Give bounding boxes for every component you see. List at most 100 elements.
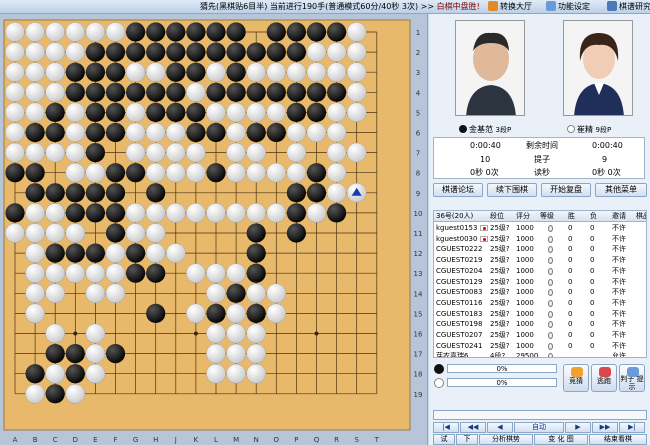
black-stone	[286, 42, 306, 62]
row-label: 5	[416, 109, 420, 117]
black-stone	[146, 183, 166, 203]
header-invite[interactable]: 邀请	[612, 211, 626, 221]
viewer-invite: 不许	[612, 309, 626, 318]
row-label: 9	[416, 190, 420, 198]
settings-button[interactable]: 功能设定	[546, 0, 590, 14]
forward-button[interactable]: ▶	[565, 422, 591, 433]
continue-button[interactable]: 续下围棋	[487, 183, 537, 197]
viewer-name: kguest0030	[436, 234, 478, 243]
viewer-row[interactable]: CGUEST0198 25级? 1000 0 0 不许	[434, 319, 646, 330]
end-watch-button[interactable]: 结束看棋	[589, 434, 647, 445]
viewer-row[interactable]: 芽农喜瑞6 4段? 29500 允许	[434, 351, 646, 357]
viewer-rank: 25级?	[490, 266, 510, 275]
judge-hint-button[interactable]: 判子 提示	[619, 364, 645, 392]
col-label: K	[194, 436, 199, 444]
try-button[interactable]: 试	[433, 434, 455, 445]
black-stone	[65, 62, 85, 82]
hall-button[interactable]: 转换大厅	[488, 0, 532, 14]
move-scrollbar[interactable]	[433, 410, 647, 420]
white-stone	[145, 122, 166, 143]
review-button[interactable]: 开始复盘	[541, 183, 591, 197]
forward-fast-button[interactable]: ▶▶	[592, 422, 618, 433]
escape-button[interactable]: 逃跑	[591, 364, 617, 392]
white-stone	[85, 283, 106, 304]
col-label: B	[33, 436, 38, 444]
header-losses[interactable]: 负	[590, 211, 597, 221]
black-stone	[126, 163, 146, 183]
white-stone	[25, 203, 45, 223]
viewer-row[interactable]: kguest0153 25级? 1000 0 0 不许	[434, 223, 646, 234]
white-stone	[5, 82, 25, 103]
viewer-row[interactable]: CGUEST0219 25级? 1000 0 0 不许	[434, 255, 646, 266]
white-stone	[165, 142, 186, 163]
black-stone	[186, 122, 206, 143]
variation-button[interactable]: 变 化 图	[534, 434, 588, 445]
black-stone	[266, 82, 286, 102]
viewer-win: 0	[568, 331, 573, 339]
viewer-rank: 25级?	[490, 331, 510, 339]
black-stone	[65, 344, 85, 364]
viewer-loss: 0	[590, 309, 595, 318]
auto-play-button[interactable]: 自动	[514, 422, 564, 433]
viewer-row[interactable]: kguest0030 25级? 1000 0 0 不许	[434, 234, 646, 245]
white-stone	[145, 243, 166, 263]
forum-button[interactable]: 棋谱论坛	[433, 183, 483, 197]
header-rank[interactable]: 段位	[490, 211, 504, 221]
viewer-row[interactable]: CGUEST0207 25级? 1000 0 0 不许	[434, 330, 646, 341]
header-name[interactable]: 36号(20人)	[436, 211, 473, 221]
white-stone	[145, 62, 166, 82]
black-stone	[266, 42, 286, 62]
white-stone	[186, 82, 206, 103]
viewer-win: 0	[568, 277, 573, 286]
black-stone	[126, 82, 146, 102]
viewer-row[interactable]: CGUEST0083 25级? 1000 0 0 不许	[434, 287, 646, 298]
white-stone	[45, 42, 65, 62]
viewer-loss: 0	[590, 266, 595, 275]
viewer-win: 0	[568, 288, 573, 297]
first-move-button[interactable]: |◀	[433, 422, 459, 433]
viewer-row[interactable]: CGUEST0241 25级? 1000 0 0 不许	[434, 341, 646, 352]
viewer-row[interactable]: CGUEST0116 25级? 1000 0 0 不许	[434, 298, 646, 309]
viewer-name: CGUEST0129	[436, 277, 483, 286]
go-board[interactable]: A B C D E F G H J K L M N O P Q R S T123456789101112131415…	[0, 14, 428, 445]
col-label: C	[53, 436, 58, 444]
other-menu-button[interactable]: 其他菜单	[595, 183, 647, 197]
viewer-name: CGUEST0207	[436, 331, 483, 339]
white-stone	[85, 162, 106, 183]
header-manner[interactable]: 棋品	[636, 211, 646, 221]
viewer-row[interactable]: CGUEST0204 25级? 1000 0 0 不许	[434, 266, 646, 277]
header-wins[interactable]: 胜	[568, 211, 575, 221]
viewer-row[interactable]: CGUEST0183 25级? 1000 0 0 不许	[434, 309, 646, 320]
back-button[interactable]: ◀	[487, 422, 513, 433]
last-move-button[interactable]: ▶|	[619, 422, 645, 433]
viewer-invite: 不许	[612, 256, 626, 265]
black-stone	[105, 42, 126, 62]
viewer-row[interactable]: CGUEST0129 25级? 1000 0 0 不许	[434, 277, 646, 288]
move-navigation: |◀ ◀◀ ◀ 自动 ▶ ▶▶ ▶|	[433, 422, 647, 434]
white-stone	[5, 102, 25, 123]
white-stone	[65, 383, 86, 404]
header-level[interactable]: 等级	[540, 211, 554, 221]
white-stone	[226, 102, 246, 123]
header-score[interactable]: 评分	[516, 211, 530, 221]
black-stone	[226, 22, 246, 42]
viewer-name: CGUEST0183	[436, 309, 483, 318]
white-stone	[286, 142, 307, 163]
viewer-row[interactable]: CGUEST0222 25级? 1000 0 0 不许	[434, 244, 646, 255]
black-stone	[5, 203, 25, 223]
black-stone-icon	[459, 125, 467, 133]
row-label: 12	[414, 250, 423, 258]
viewer-score: 1000	[516, 224, 534, 232]
row-label: 13	[414, 270, 423, 278]
level-icon	[548, 246, 553, 254]
black-stone	[65, 203, 85, 223]
analyze-button[interactable]: 分析棋势	[479, 434, 533, 445]
research-button[interactable]: 棋谱研究	[607, 0, 650, 14]
play-button[interactable]: 下	[456, 434, 478, 445]
viewer-name: CGUEST0241	[436, 341, 483, 350]
back-fast-button[interactable]: ◀◀	[460, 422, 486, 433]
white-stone	[5, 42, 25, 62]
board-surface[interactable]	[3, 19, 411, 431]
viewer-name: kguest0153	[436, 224, 478, 232]
bet-button[interactable]: 竞猜	[563, 364, 589, 392]
